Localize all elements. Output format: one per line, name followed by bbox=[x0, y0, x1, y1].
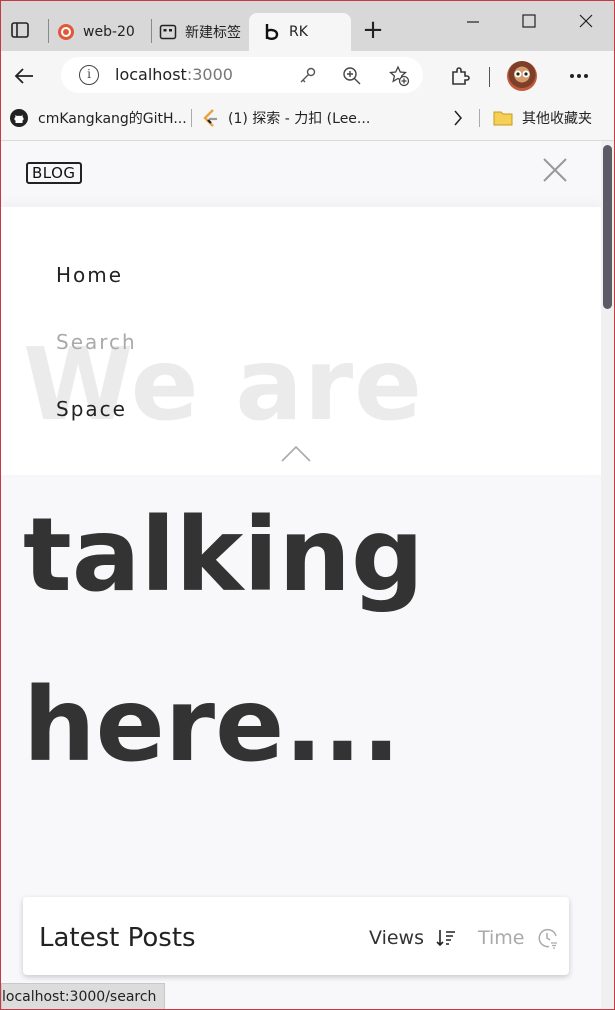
browser-toolbar: i localhost:3000 bbox=[1, 51, 614, 101]
sort-descending-icon bbox=[436, 928, 456, 948]
bookmarks-bar: cmKangkang的GitH... (1) 探索 - 力扣 (Lee... 其… bbox=[1, 101, 614, 141]
latest-posts-card: Latest Posts Views Time bbox=[23, 897, 569, 975]
bookmark-label: 其他收藏夹 bbox=[522, 111, 592, 127]
close-window-icon[interactable] bbox=[572, 9, 600, 33]
bookmark-leetcode[interactable]: (1) 探索 - 力扣 (Lee... bbox=[201, 101, 370, 135]
chevron-right-icon[interactable] bbox=[449, 107, 467, 129]
sort-time-label: Time bbox=[478, 927, 525, 949]
bookmark-separator bbox=[479, 109, 480, 127]
blog-b-icon bbox=[263, 23, 281, 41]
tab-web[interactable]: web-20 bbox=[57, 13, 149, 51]
folder-icon bbox=[493, 109, 513, 127]
address-url: localhost:3000 bbox=[115, 65, 233, 84]
tab-separator bbox=[48, 19, 49, 43]
bookmark-other-favorites[interactable]: 其他收藏夹 bbox=[493, 101, 592, 135]
avatar[interactable] bbox=[507, 61, 537, 91]
more-menu-icon[interactable] bbox=[567, 65, 591, 87]
close-menu-icon[interactable] bbox=[541, 156, 569, 184]
maximize-icon[interactable] bbox=[515, 9, 543, 33]
bookmark-label: cmKangkang的GitH... bbox=[38, 111, 187, 127]
tab-strip: web-20 新建标签 RK + bbox=[1, 1, 614, 51]
zoom-icon[interactable] bbox=[341, 65, 363, 87]
chevron-up-icon[interactable] bbox=[281, 445, 311, 463]
site-info-icon[interactable]: i bbox=[79, 65, 99, 85]
latest-posts-title: Latest Posts bbox=[39, 923, 196, 953]
tab-separator bbox=[151, 19, 152, 43]
back-arrow-icon[interactable] bbox=[11, 63, 37, 89]
tab-label: web-20 bbox=[83, 24, 135, 40]
new-tab-page-icon bbox=[159, 23, 177, 41]
scrollbar-thumb[interactable] bbox=[603, 145, 612, 309]
nav-home[interactable]: Home bbox=[56, 263, 123, 287]
bookmark-separator bbox=[191, 109, 192, 127]
toolbar-divider bbox=[489, 67, 490, 87]
tab-close-icon[interactable] bbox=[325, 25, 339, 39]
bookmark-github[interactable]: cmKangkang的GitH... bbox=[9, 101, 187, 135]
sort-views-label: Views bbox=[369, 927, 424, 949]
add-favorite-icon[interactable] bbox=[387, 64, 411, 88]
tab-rk[interactable]: RK bbox=[249, 13, 351, 51]
status-bar-url: localhost:3000/search bbox=[1, 983, 166, 1009]
extensions-icon[interactable] bbox=[447, 63, 473, 89]
new-tab-button[interactable]: + bbox=[359, 15, 387, 45]
tab-new-tab[interactable]: 新建标签 bbox=[159, 13, 247, 51]
git-icon bbox=[57, 23, 75, 41]
nav-search[interactable]: Search bbox=[56, 330, 137, 354]
browser-window: web-20 新建标签 RK + i localhost:3000 cmKang… bbox=[0, 0, 615, 1010]
minimize-icon[interactable] bbox=[459, 9, 487, 33]
web-page: BLOG We are Home Search Space talking he… bbox=[1, 141, 603, 1009]
tab-label: 新建标签 bbox=[185, 25, 241, 41]
sort-by-time-button[interactable]: Time bbox=[478, 927, 559, 949]
site-header: BLOG bbox=[1, 141, 603, 207]
address-bar[interactable]: i localhost:3000 bbox=[61, 57, 423, 93]
hero-line-3: here... bbox=[23, 666, 401, 785]
sort-by-views-button[interactable]: Views bbox=[369, 927, 456, 949]
bookmark-label: (1) 探索 - 力扣 (Lee... bbox=[228, 111, 371, 127]
tab-label: RK bbox=[289, 24, 308, 40]
blog-logo[interactable]: BLOG bbox=[26, 162, 82, 184]
tab-actions-icon[interactable] bbox=[9, 19, 31, 41]
clock-sort-icon bbox=[537, 927, 559, 949]
key-icon[interactable] bbox=[297, 65, 319, 87]
hero-line-2: talking bbox=[23, 496, 424, 615]
github-icon bbox=[9, 108, 29, 128]
nav-space[interactable]: Space bbox=[56, 397, 127, 421]
leetcode-icon bbox=[201, 108, 219, 128]
